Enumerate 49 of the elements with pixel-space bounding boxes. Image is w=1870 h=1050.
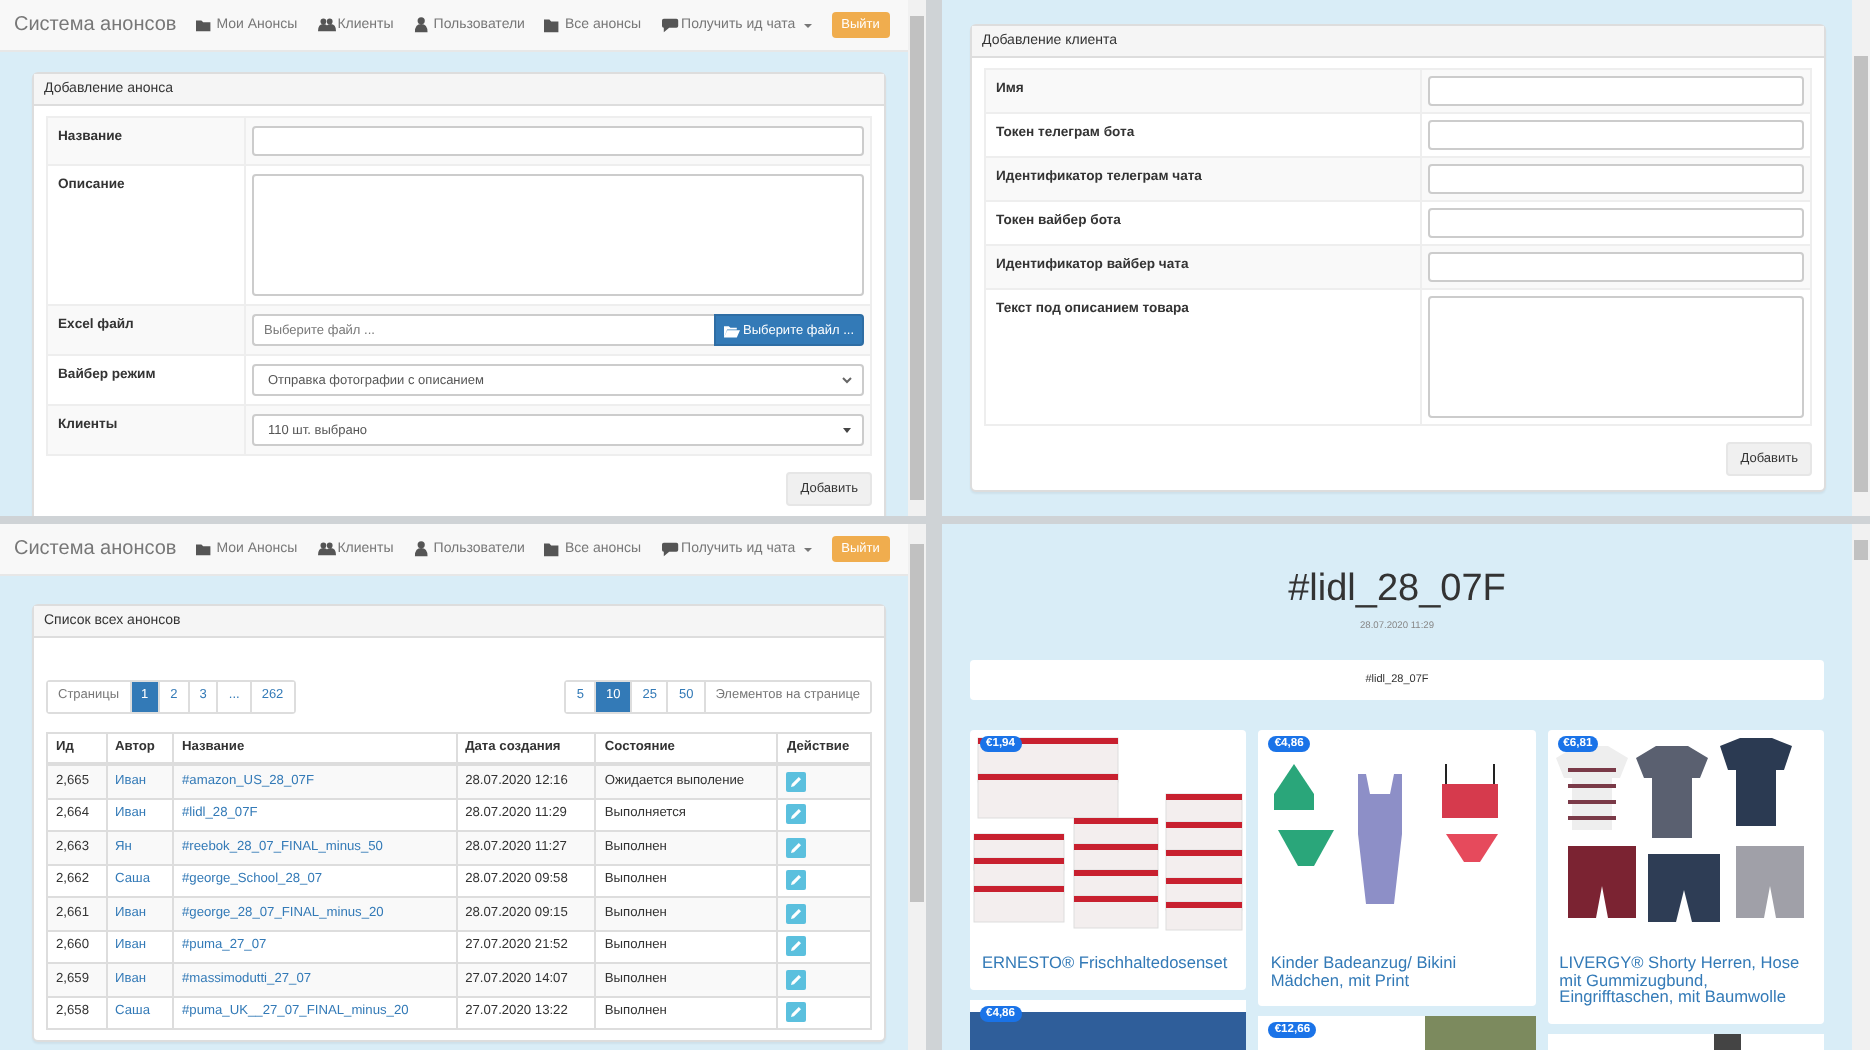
textarea-field[interactable] xyxy=(1428,296,1804,418)
scrollbar[interactable] xyxy=(1852,524,1870,1050)
pencil-icon xyxy=(790,973,803,986)
chat-icon xyxy=(661,16,680,34)
folder-icon xyxy=(196,540,215,558)
scrollbar[interactable] xyxy=(908,524,926,1050)
pencil-icon xyxy=(790,841,803,854)
users-icon xyxy=(317,540,336,558)
product-link[interactable]: LIVERGY® Shorty Herren, Hose mit Gummizugbund, Eingrifftaschen, mit Baumwolle xyxy=(1547,934,1824,1015)
input-field[interactable] xyxy=(1428,120,1804,150)
pencil-icon xyxy=(790,874,803,887)
user-icon xyxy=(413,16,432,34)
folder-icon xyxy=(196,16,215,34)
edit-button[interactable] xyxy=(786,1002,807,1023)
pencil-icon xyxy=(790,808,803,821)
edit-button[interactable] xyxy=(786,771,807,792)
input-field[interactable] xyxy=(1428,208,1804,238)
user-icon xyxy=(413,540,432,558)
pencil-icon xyxy=(790,940,803,953)
edit-button[interactable] xyxy=(786,870,807,891)
edit-button[interactable] xyxy=(786,936,807,957)
pencil-icon xyxy=(790,907,803,920)
input-field[interactable] xyxy=(1428,252,1804,282)
pencil-icon xyxy=(790,775,803,788)
caret-icon xyxy=(803,23,812,27)
folder-icon xyxy=(723,323,740,337)
users-icon xyxy=(317,16,336,34)
folder-icon xyxy=(544,540,563,558)
product-link[interactable]: Kinder Badeanzug/ Bikini Mädchen, mit Print xyxy=(1258,934,1536,997)
product-link[interactable]: ERNESTO® Frischhaltedosenset xyxy=(970,934,1247,980)
caret-icon xyxy=(842,426,852,434)
input-field[interactable] xyxy=(1428,76,1804,106)
brand-title[interactable]: Система анонсов xyxy=(14,538,177,560)
scrollbar[interactable] xyxy=(908,0,926,516)
brand-title[interactable]: Система анонсов xyxy=(14,14,177,36)
folder-icon xyxy=(544,16,563,34)
edit-button[interactable] xyxy=(786,804,807,825)
announcement-title: #lidl_28_07F xyxy=(1286,568,1508,612)
input-field[interactable] xyxy=(1428,164,1804,194)
chevron-down-icon xyxy=(842,376,852,384)
input-field[interactable] xyxy=(252,126,864,156)
caret-icon xyxy=(803,547,812,551)
pencil-icon xyxy=(790,1006,803,1019)
edit-button[interactable] xyxy=(786,903,807,924)
edit-button[interactable] xyxy=(786,837,807,858)
edit-button[interactable] xyxy=(786,969,807,990)
chat-icon xyxy=(661,540,680,558)
textarea-field[interactable] xyxy=(252,174,864,296)
scrollbar[interactable] xyxy=(1852,0,1870,516)
